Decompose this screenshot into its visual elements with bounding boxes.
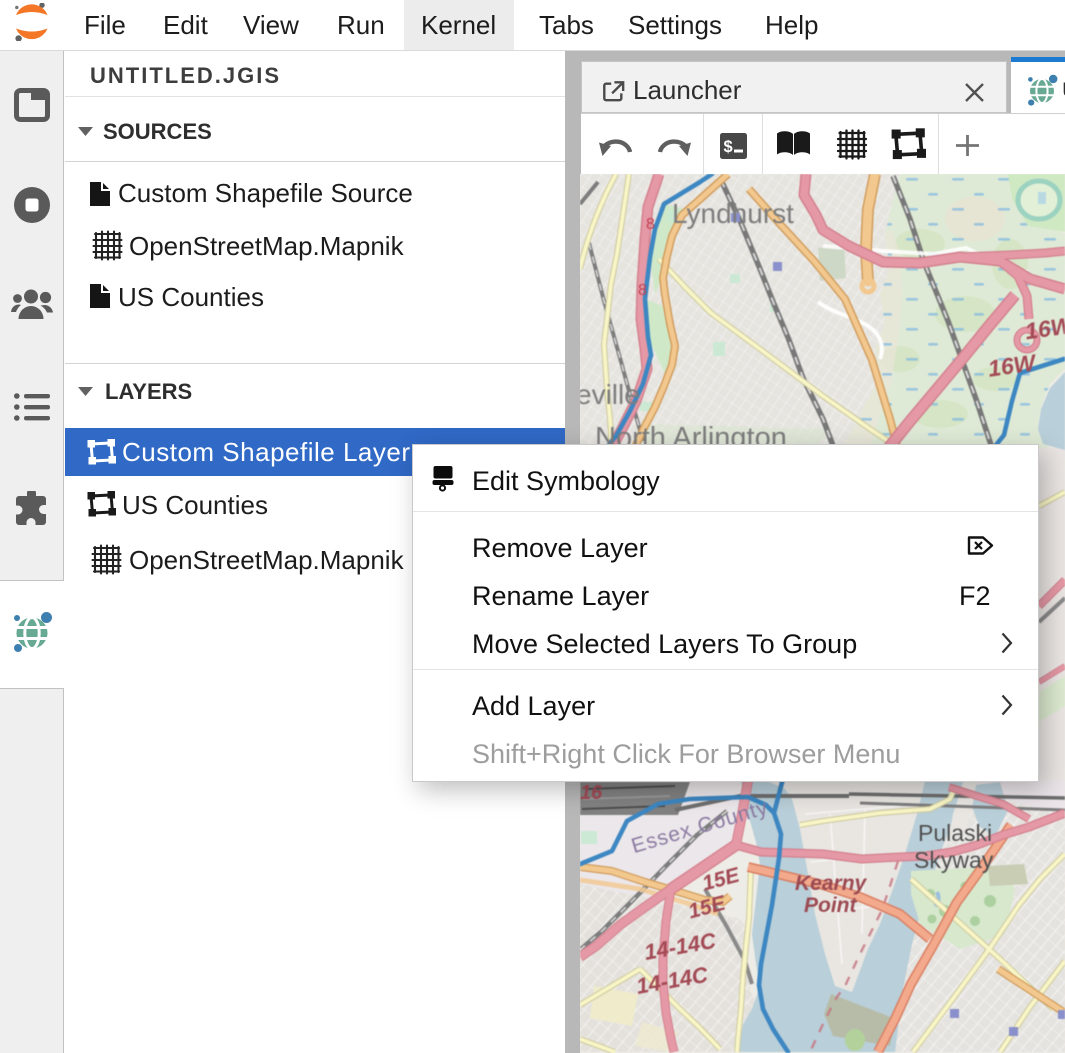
svg-text:$: $ <box>724 138 733 156</box>
svg-text:8: 8 <box>638 282 647 299</box>
svg-text:Pulaski: Pulaski <box>918 820 992 846</box>
svg-text:Lyndhurst: Lyndhurst <box>672 198 794 229</box>
svg-text:8: 8 <box>646 216 655 233</box>
svg-text:Point: Point <box>804 894 857 917</box>
svg-text:eville: eville <box>580 379 640 410</box>
svg-text:Kearny: Kearny <box>795 872 868 895</box>
svg-text:16: 16 <box>580 782 603 804</box>
svg-text:Skyway: Skyway <box>914 847 994 873</box>
